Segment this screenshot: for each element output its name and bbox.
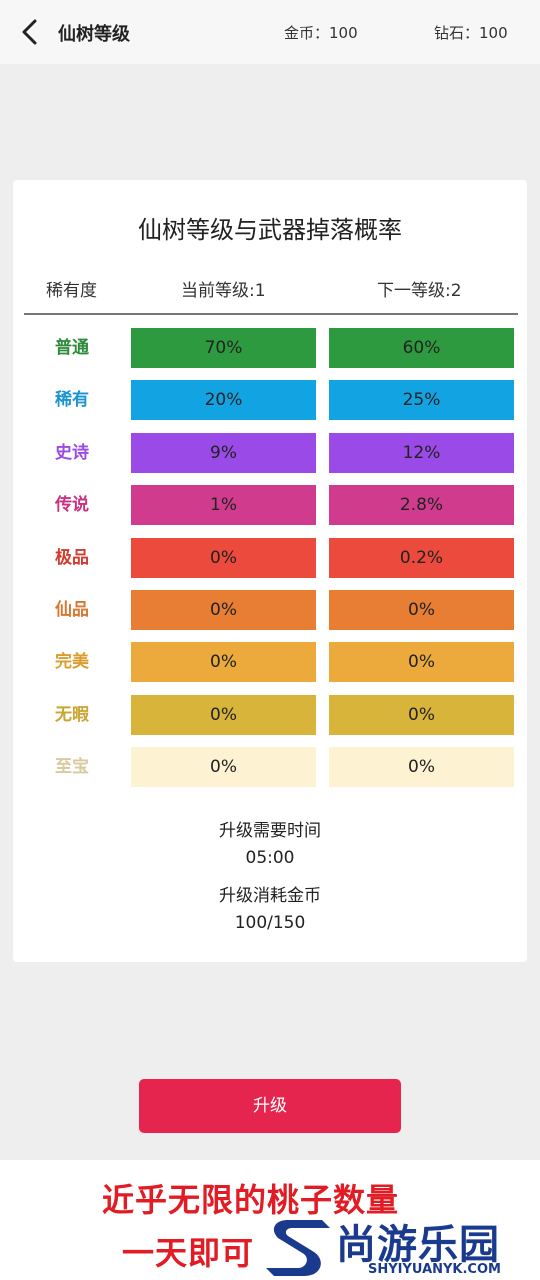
table-row: 无暇 0% 0% <box>13 695 527 735</box>
current-rate-cell: 0% <box>131 747 316 787</box>
next-rate-cell: 0% <box>329 590 514 630</box>
table-row: 稀有 20% 25% <box>13 380 527 420</box>
upgrade-button[interactable]: 升级 <box>139 1079 401 1133</box>
rarity-label: 史诗 <box>55 443 89 463</box>
divider <box>24 313 518 315</box>
upgrade-time-label: 升级需要时间 <box>219 821 321 841</box>
rarity-label: 无暇 <box>55 705 89 725</box>
watermark-url: SHYIYUANYK.COM <box>368 1262 501 1277</box>
next-rate-cell: 0% <box>329 642 514 682</box>
rarity-label: 稀有 <box>55 390 89 410</box>
next-rate-cell: 0.2% <box>329 538 514 578</box>
column-header-current-level: 当前等级:1 <box>181 281 266 301</box>
upgrade-cost-label: 升级消耗金币 <box>219 886 321 906</box>
next-rate-cell: 2.8% <box>329 485 514 525</box>
next-rate-cell: 0% <box>329 747 514 787</box>
next-rate-cell: 0% <box>329 695 514 735</box>
ad-text-line2: 一天即可 <box>122 1234 255 1272</box>
current-rate-cell: 0% <box>131 538 316 578</box>
table-row: 完美 0% 0% <box>13 642 527 682</box>
rarity-label: 普通 <box>55 338 89 358</box>
table-row: 极品 0% 0.2% <box>13 538 527 578</box>
upgrade-cost-value: 100/150 <box>234 913 306 933</box>
diamond-counter: 钻石：100 <box>434 24 508 42</box>
table-row: 仙品 0% 0% <box>13 590 527 630</box>
table-row: 传说 1% 2.8% <box>13 485 527 525</box>
next-rate-cell: 12% <box>329 433 514 473</box>
current-rate-cell: 9% <box>131 433 316 473</box>
drop-rate-card: 仙树等级与武器掉落概率 稀有度 当前等级:1 下一等级:2 普通 70% 60%… <box>13 180 527 962</box>
top-bar: 仙树等级 金币：100 钻石：100 <box>0 0 540 64</box>
current-rate-cell: 0% <box>131 642 316 682</box>
upgrade-time-value: 05:00 <box>245 848 295 868</box>
chevron-left-icon <box>22 19 37 45</box>
current-rate-cell: 0% <box>131 590 316 630</box>
column-header-rarity: 稀有度 <box>46 281 97 301</box>
next-rate-cell: 60% <box>329 328 514 368</box>
back-button[interactable] <box>14 16 46 48</box>
table-row: 普通 70% 60% <box>13 328 527 368</box>
watermark-logo-icon <box>266 1220 330 1276</box>
rarity-label: 极品 <box>55 548 89 568</box>
column-header-next-level: 下一等级:2 <box>377 281 462 301</box>
current-rate-cell: 70% <box>131 328 316 368</box>
table-row: 至宝 0% 0% <box>13 747 527 787</box>
current-rate-cell: 20% <box>131 380 316 420</box>
next-rate-cell: 25% <box>329 380 514 420</box>
rarity-label: 传说 <box>55 495 89 515</box>
page-title: 仙树等级 <box>58 24 130 45</box>
rarity-label: 仙品 <box>55 600 89 620</box>
rarity-label: 至宝 <box>55 757 89 777</box>
current-rate-cell: 0% <box>131 695 316 735</box>
card-title: 仙树等级与武器掉落概率 <box>138 216 402 244</box>
table-row: 史诗 9% 12% <box>13 433 527 473</box>
current-rate-cell: 1% <box>131 485 316 525</box>
gold-counter: 金币：100 <box>284 24 358 42</box>
rarity-label: 完美 <box>55 652 89 672</box>
